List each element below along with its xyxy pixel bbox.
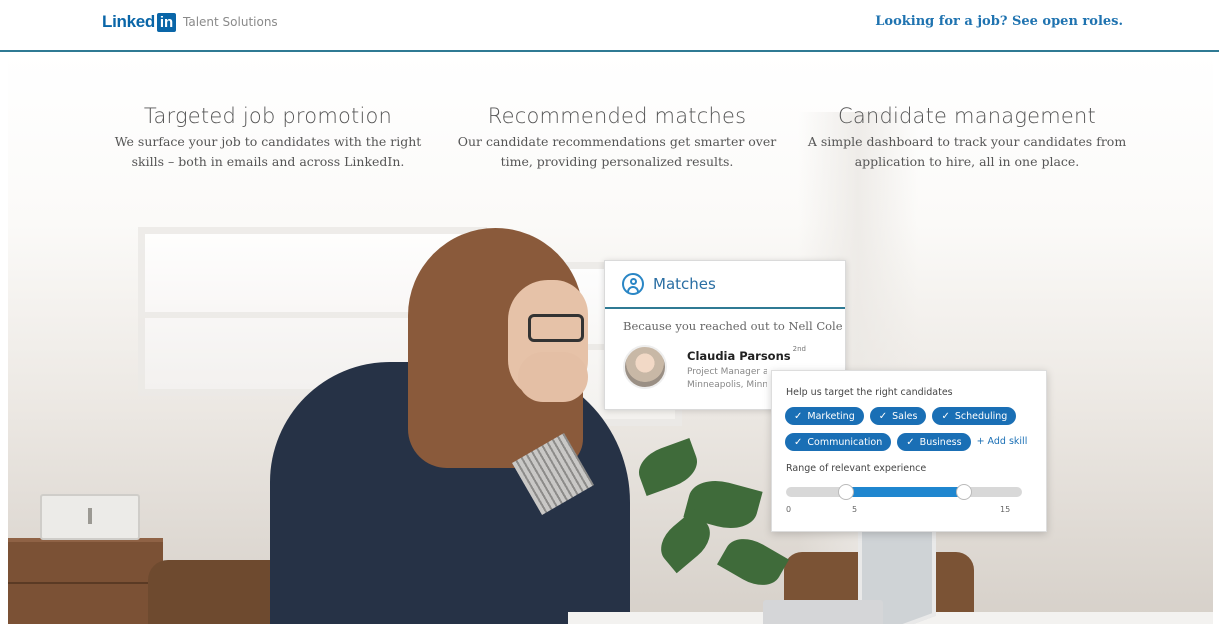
logo-in-icon: in bbox=[157, 12, 176, 32]
candidate-title: Project Manager at bbox=[687, 367, 767, 377]
matches-title: Matches bbox=[653, 275, 716, 293]
checkmark-icon: ✓ bbox=[906, 436, 915, 448]
feature-description: Our candidate recommendations get smarte… bbox=[457, 134, 777, 169]
slider-tick-label: 15 bbox=[1000, 505, 1011, 514]
plant-illustration bbox=[717, 529, 789, 595]
skill-chip-scheduling[interactable]: ✓ Scheduling bbox=[932, 407, 1017, 425]
skill-chip-communication[interactable]: ✓ Communication bbox=[785, 433, 892, 451]
feature-description: A simple dashboard to track your candida… bbox=[807, 134, 1127, 169]
skill-chips: ✓ Marketing ✓ Sales ✓ Scheduling ✓ Communica… bbox=[785, 407, 1040, 451]
speaker-illustration bbox=[40, 494, 140, 540]
linkedin-logo[interactable]: Linked in Talent Solutions bbox=[102, 12, 278, 32]
logo-wordmark: Linked bbox=[102, 12, 155, 31]
feature-recommended-matches: Recommended matches Our candidate recomm… bbox=[447, 104, 787, 172]
skill-chip-business[interactable]: ✓ Business bbox=[897, 433, 971, 451]
checkmark-icon: ✓ bbox=[878, 410, 888, 422]
product-name: Talent Solutions bbox=[183, 15, 278, 29]
add-skill-link[interactable]: + Add skill bbox=[977, 433, 1028, 451]
checkmark-icon: ✓ bbox=[794, 436, 803, 448]
cabinet-illustration bbox=[8, 538, 163, 624]
glasses-illustration bbox=[528, 314, 584, 342]
keyboard-illustration bbox=[763, 600, 883, 624]
target-candidates-card: Help us target the right candidates ✓ Mar… bbox=[771, 370, 1047, 532]
top-header: Linked in Talent Solutions Looking for a… bbox=[0, 0, 1219, 52]
open-roles-link[interactable]: Looking for a job? See open roles. bbox=[875, 14, 1123, 29]
experience-range-label: Range of relevant experience bbox=[786, 463, 927, 474]
feature-title: Targeted job promotion bbox=[143, 104, 393, 128]
skill-chip-sales[interactable]: ✓ Sales bbox=[869, 407, 927, 425]
feature-targeted-promotion: Targeted job promotion We surface your j… bbox=[98, 104, 438, 172]
experience-range-slider[interactable] bbox=[786, 484, 1022, 500]
slider-handle-high[interactable] bbox=[956, 484, 972, 500]
matches-reason: Because you reached out to Nell Cole bbox=[623, 319, 843, 333]
avatar[interactable] bbox=[623, 345, 667, 389]
feature-title: Candidate management bbox=[838, 104, 1096, 128]
slider-fill bbox=[845, 487, 963, 497]
slider-tick-label: 5 bbox=[852, 505, 858, 514]
slider-handle-low[interactable] bbox=[838, 484, 854, 500]
connection-degree-badge: 2nd bbox=[792, 345, 806, 353]
hand-illustration bbox=[518, 352, 588, 402]
checkmark-icon: ✓ bbox=[941, 410, 950, 422]
candidate-location: Minneapolis, Minn bbox=[687, 380, 767, 390]
skill-chip-marketing[interactable]: ✓ Marketing bbox=[785, 407, 864, 425]
feature-description: We surface your job to candidates with t… bbox=[114, 134, 422, 169]
matches-header: Matches bbox=[605, 261, 845, 309]
person-circle-icon bbox=[622, 273, 644, 295]
slider-tick-label: 0 bbox=[786, 505, 792, 514]
target-card-title: Help us target the right candidates bbox=[786, 387, 953, 398]
feature-title: Recommended matches bbox=[487, 104, 747, 128]
candidate-name[interactable]: Claudia Parsons bbox=[687, 349, 791, 363]
checkmark-icon: ✓ bbox=[794, 410, 803, 422]
candidate-name-line: Claudia Parsons 2nd bbox=[687, 345, 806, 364]
feature-candidate-management: Candidate management A simple dashboard … bbox=[797, 104, 1137, 172]
